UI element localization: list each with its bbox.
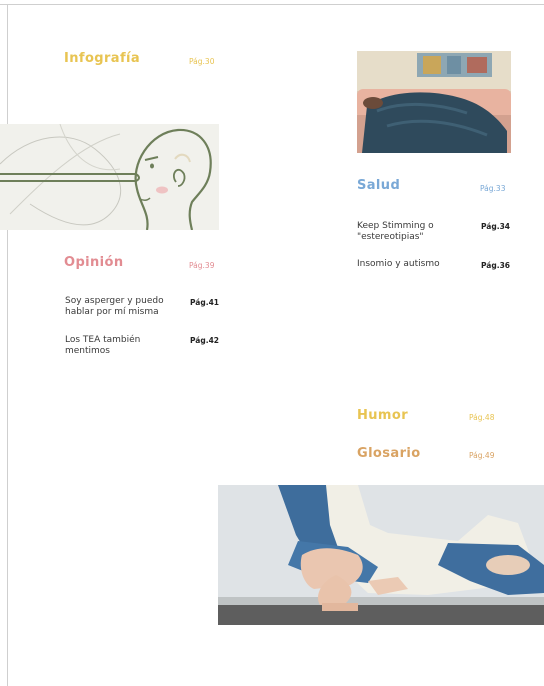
opinion-entry-1-page[interactable]: Pág.41 — [190, 298, 219, 307]
salud-entry-2-text[interactable]: Insomio y autismo — [357, 259, 467, 270]
section-title-opinion[interactable]: Opinión — [64, 255, 124, 270]
page-ref-salud[interactable]: Pág.33 — [480, 184, 505, 193]
pinocchio-illustration — [0, 124, 219, 230]
salud-entry-1-page[interactable]: Pág.34 — [481, 222, 510, 231]
salud-entry-2-page[interactable]: Pág.36 — [481, 261, 510, 270]
page-ref-glosario[interactable]: Pág.49 — [469, 451, 494, 460]
page-ref-infografia[interactable]: Pág.30 — [189, 57, 214, 66]
section-title-infografia[interactable]: Infografía — [64, 51, 140, 66]
section-title-humor[interactable]: Humor — [357, 408, 408, 423]
page-top-border — [0, 4, 544, 5]
section-title-glosario[interactable]: Glosario — [357, 446, 421, 461]
opinion-entry-1-text[interactable]: Soy asperger y puedo hablar por mí misma — [65, 296, 180, 318]
photo-sleeping-on-sofa — [357, 51, 511, 153]
photo-sitting-cross-legged — [218, 485, 544, 625]
opinion-entry-2-page[interactable]: Pág.42 — [190, 336, 219, 345]
section-title-salud[interactable]: Salud — [357, 178, 400, 193]
opinion-entry-2-text[interactable]: Los TEA también mentimos — [65, 335, 165, 357]
page-ref-humor[interactable]: Pág.48 — [469, 413, 494, 422]
page-ref-opinion[interactable]: Pág.39 — [189, 261, 214, 270]
page-left-border — [7, 4, 8, 686]
salud-entry-1-text[interactable]: Keep Stimming o "estereotipias" — [357, 221, 467, 243]
